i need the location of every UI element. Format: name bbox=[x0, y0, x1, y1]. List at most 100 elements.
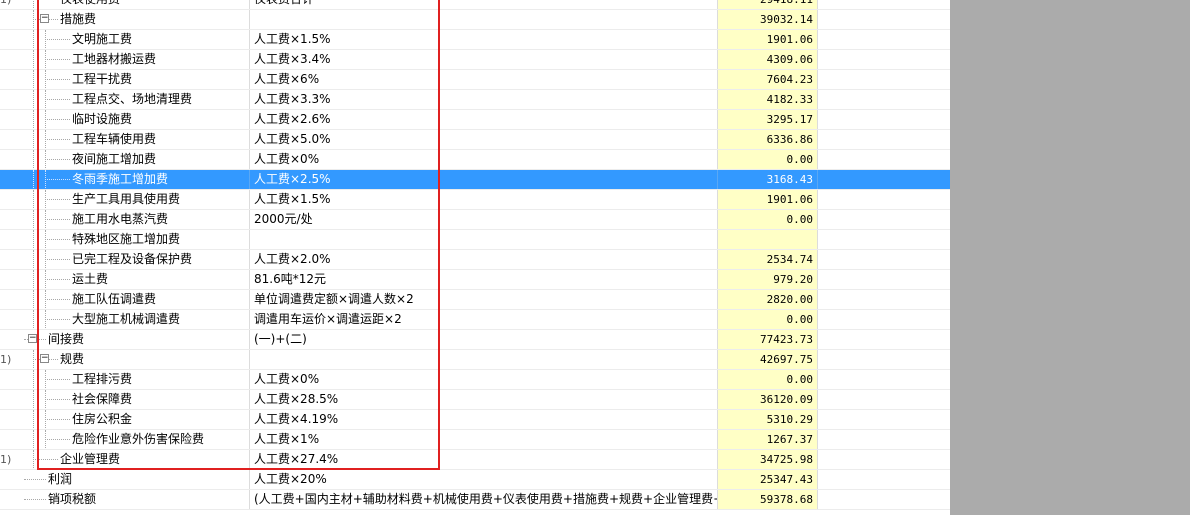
name-cell[interactable]: − 规费 bbox=[20, 350, 250, 369]
amount-cell[interactable]: 0.00 bbox=[718, 370, 818, 389]
name-cell[interactable]: 仪表使用费 bbox=[20, 0, 250, 9]
formula-cell[interactable]: 人工费×4.19% bbox=[250, 410, 718, 429]
remark-cell[interactable] bbox=[818, 230, 950, 249]
table-row[interactable]: 冬雨季施工增加费 人工费×2.5% 3168.43 bbox=[0, 170, 950, 190]
amount-cell[interactable]: 36120.09 bbox=[718, 390, 818, 409]
formula-cell[interactable]: 人工费×28.5% bbox=[250, 390, 718, 409]
formula-cell[interactable]: 人工费×5.0% bbox=[250, 130, 718, 149]
table-row[interactable]: 1) 企业管理费 人工费×27.4% 34725.98 bbox=[0, 450, 950, 470]
table-row[interactable]: 工程排污费 人工费×0% 0.00 bbox=[0, 370, 950, 390]
amount-cell[interactable]: 1901.06 bbox=[718, 190, 818, 209]
formula-cell[interactable]: 人工费×27.4% bbox=[250, 450, 718, 469]
formula-cell[interactable] bbox=[250, 10, 718, 29]
formula-cell[interactable] bbox=[250, 230, 718, 249]
amount-cell[interactable]: 2534.74 bbox=[718, 250, 818, 269]
remark-cell[interactable] bbox=[818, 250, 950, 269]
collapse-toggle-icon[interactable]: − bbox=[28, 334, 37, 343]
name-cell[interactable]: 社会保障费 bbox=[20, 390, 250, 409]
formula-cell[interactable]: 2000元/处 bbox=[250, 210, 718, 229]
table-row[interactable]: 文明施工费 人工费×1.5% 1901.06 bbox=[0, 30, 950, 50]
name-cell[interactable]: 利润 bbox=[20, 470, 250, 489]
remark-cell[interactable] bbox=[818, 190, 950, 209]
amount-cell[interactable]: 77423.73 bbox=[718, 330, 818, 349]
formula-cell[interactable]: 人工费×2.0% bbox=[250, 250, 718, 269]
name-cell[interactable]: 危险作业意外伤害保险费 bbox=[20, 430, 250, 449]
formula-cell[interactable]: 人工费×1% bbox=[250, 430, 718, 449]
table-row[interactable]: 危险作业意外伤害保险费 人工费×1% 1267.37 bbox=[0, 430, 950, 450]
name-cell[interactable]: 施工用水电蒸汽费 bbox=[20, 210, 250, 229]
remark-cell[interactable] bbox=[818, 350, 950, 369]
table-row[interactable]: 夜间施工增加费 人工费×0% 0.00 bbox=[0, 150, 950, 170]
table-row[interactable]: − 措施费 39032.14 bbox=[0, 10, 950, 30]
remark-cell[interactable] bbox=[818, 130, 950, 149]
amount-cell[interactable]: 39032.14 bbox=[718, 10, 818, 29]
remark-cell[interactable] bbox=[818, 450, 950, 469]
table-row[interactable]: 临时设施费 人工费×2.6% 3295.17 bbox=[0, 110, 950, 130]
amount-cell[interactable]: 1901.06 bbox=[718, 30, 818, 49]
amount-cell[interactable]: 5310.29 bbox=[718, 410, 818, 429]
name-cell[interactable]: 夜间施工增加费 bbox=[20, 150, 250, 169]
formula-cell[interactable]: 人工费×0% bbox=[250, 370, 718, 389]
name-cell[interactable]: 工程点交、场地清理费 bbox=[20, 90, 250, 109]
name-cell[interactable]: 特殊地区施工增加费 bbox=[20, 230, 250, 249]
remark-cell[interactable] bbox=[818, 70, 950, 89]
remark-cell[interactable] bbox=[818, 410, 950, 429]
formula-cell[interactable]: 人工费×6% bbox=[250, 70, 718, 89]
name-cell[interactable]: 临时设施费 bbox=[20, 110, 250, 129]
amount-cell[interactable]: 6336.86 bbox=[718, 130, 818, 149]
formula-cell[interactable]: 人工费×3.3% bbox=[250, 90, 718, 109]
amount-cell[interactable]: 0.00 bbox=[718, 310, 818, 329]
remark-cell[interactable] bbox=[818, 270, 950, 289]
table-row[interactable]: 利润 人工费×20% 25347.43 bbox=[0, 470, 950, 490]
table-row[interactable]: 工程干扰费 人工费×6% 7604.23 bbox=[0, 70, 950, 90]
table-row[interactable]: 工程点交、场地清理费 人工费×3.3% 4182.33 bbox=[0, 90, 950, 110]
table-row[interactable]: − 间接费 (一)+(二) 77423.73 bbox=[0, 330, 950, 350]
collapse-toggle-icon[interactable]: − bbox=[40, 354, 49, 363]
remark-cell[interactable] bbox=[818, 310, 950, 329]
table-row[interactable]: 施工队伍调遣费 单位调遣费定额×调遣人数×2 2820.00 bbox=[0, 290, 950, 310]
formula-cell[interactable]: 人工费×20% bbox=[250, 470, 718, 489]
remark-cell[interactable] bbox=[818, 170, 950, 189]
amount-cell[interactable]: 3168.43 bbox=[718, 170, 818, 189]
amount-cell[interactable]: 34725.98 bbox=[718, 450, 818, 469]
name-cell[interactable]: 工程车辆使用费 bbox=[20, 130, 250, 149]
name-cell[interactable]: 运土费 bbox=[20, 270, 250, 289]
amount-cell[interactable]: 0.00 bbox=[718, 150, 818, 169]
formula-cell[interactable]: 单位调遣费定额×调遣人数×2 bbox=[250, 290, 718, 309]
name-cell[interactable]: 施工队伍调遣费 bbox=[20, 290, 250, 309]
formula-cell[interactable]: 人工费×1.5% bbox=[250, 30, 718, 49]
table-row[interactable]: 施工用水电蒸汽费 2000元/处 0.00 bbox=[0, 210, 950, 230]
remark-cell[interactable] bbox=[818, 370, 950, 389]
name-cell[interactable]: − 措施费 bbox=[20, 10, 250, 29]
amount-cell[interactable]: 29418.11 bbox=[718, 0, 818, 9]
formula-cell[interactable]: (一)+(二) bbox=[250, 330, 718, 349]
formula-cell[interactable]: 81.6吨*12元 bbox=[250, 270, 718, 289]
remark-cell[interactable] bbox=[818, 430, 950, 449]
name-cell[interactable]: 工程排污费 bbox=[20, 370, 250, 389]
amount-cell[interactable]: 2820.00 bbox=[718, 290, 818, 309]
name-cell[interactable]: 冬雨季施工增加费 bbox=[20, 170, 250, 189]
table-row[interactable]: 运土费 81.6吨*12元 979.20 bbox=[0, 270, 950, 290]
table-row[interactable]: 特殊地区施工增加费 bbox=[0, 230, 950, 250]
collapse-toggle-icon[interactable]: − bbox=[40, 14, 49, 23]
table-row[interactable]: 社会保障费 人工费×28.5% 36120.09 bbox=[0, 390, 950, 410]
name-cell[interactable]: 住房公积金 bbox=[20, 410, 250, 429]
remark-cell[interactable] bbox=[818, 210, 950, 229]
remark-cell[interactable] bbox=[818, 30, 950, 49]
amount-cell[interactable] bbox=[718, 230, 818, 249]
formula-cell[interactable]: 人工费×2.5% bbox=[250, 170, 718, 189]
remark-cell[interactable] bbox=[818, 110, 950, 129]
formula-cell[interactable]: 调遣用车运价×调遣运距×2 bbox=[250, 310, 718, 329]
name-cell[interactable]: 生产工具用具使用费 bbox=[20, 190, 250, 209]
name-cell[interactable]: 文明施工费 bbox=[20, 30, 250, 49]
formula-cell[interactable]: (人工费+国内主材+辅助材料费+机械使用费+仪表使用费+措施费+规费+企业管理费… bbox=[250, 490, 718, 509]
name-cell[interactable]: 工地器材搬运费 bbox=[20, 50, 250, 69]
remark-cell[interactable] bbox=[818, 50, 950, 69]
formula-cell[interactable] bbox=[250, 350, 718, 369]
formula-cell[interactable]: 人工费×0% bbox=[250, 150, 718, 169]
amount-cell[interactable]: 42697.75 bbox=[718, 350, 818, 369]
formula-cell[interactable]: 人工费×1.5% bbox=[250, 190, 718, 209]
name-cell[interactable]: 销项税额 bbox=[20, 490, 250, 509]
amount-cell[interactable]: 4182.33 bbox=[718, 90, 818, 109]
table-row[interactable]: 住房公积金 人工费×4.19% 5310.29 bbox=[0, 410, 950, 430]
